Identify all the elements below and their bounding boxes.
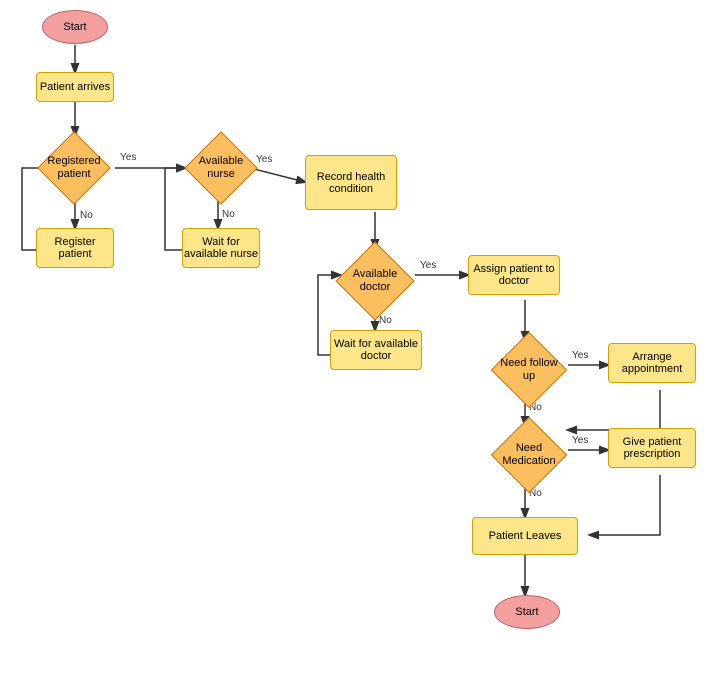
- svg-text:Yes: Yes: [572, 350, 588, 361]
- svg-text:Yes: Yes: [572, 435, 588, 446]
- assign-doctor-node: Assign patient to doctor: [468, 255, 560, 295]
- svg-text:No: No: [222, 209, 235, 220]
- start-node: Start: [42, 10, 108, 44]
- svg-text:No: No: [379, 315, 392, 326]
- need-followup-node: Need follow up: [490, 337, 568, 403]
- end-node: Start: [494, 595, 560, 629]
- arrange-appointment-node: Arrange appointment: [608, 343, 696, 383]
- svg-text:Yes: Yes: [420, 260, 436, 271]
- patient-arrives-node: Patient arrives: [36, 72, 114, 102]
- flowchart: Yes No Yes No Yes No Yes No Yes No Start…: [0, 0, 709, 693]
- give-prescription-node: Give patient prescription: [608, 428, 696, 468]
- need-medication-node: Need Medication: [490, 422, 568, 488]
- available-doctor-node: Available doctor: [330, 248, 420, 314]
- svg-text:Yes: Yes: [120, 152, 136, 163]
- registered-patient-node: Registered patient: [35, 135, 113, 201]
- wait-nurse-node: Wait for available nurse: [182, 228, 260, 268]
- wait-doctor-node: Wait for available doctor: [330, 330, 422, 370]
- record-health-node: Record health condition: [305, 155, 397, 210]
- patient-leaves-node: Patient Leaves: [472, 517, 578, 555]
- register-patient-node: Register patient: [36, 228, 114, 268]
- svg-text:No: No: [80, 210, 93, 221]
- available-nurse-node: Available nurse: [182, 135, 260, 201]
